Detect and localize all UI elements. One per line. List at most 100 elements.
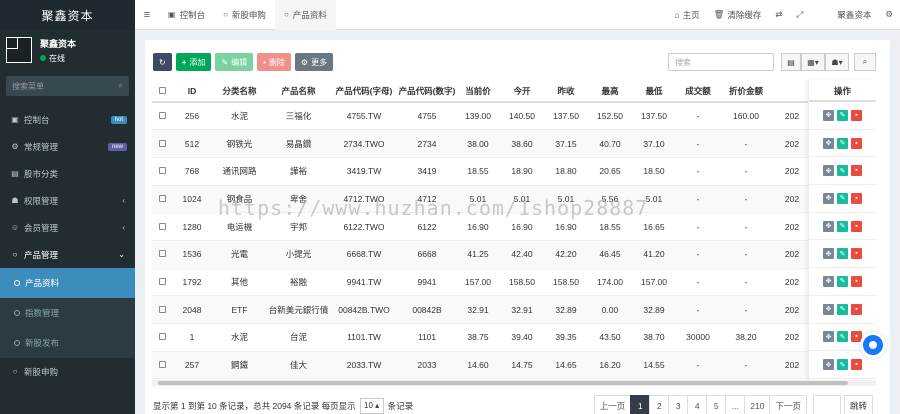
settings-gear-icon[interactable]: ⚙ (878, 9, 900, 20)
row-checkbox-cell[interactable] (152, 351, 172, 380)
chat-bubble-icon[interactable] (860, 332, 886, 358)
page-button[interactable]: 3 (668, 395, 689, 414)
select-all-checkbox[interactable] (152, 80, 172, 103)
checkbox[interactable] (158, 277, 166, 285)
edit-pencil-icon[interactable]: ✎ (837, 137, 848, 149)
row-checkbox-cell[interactable] (152, 157, 172, 186)
drag-move-icon[interactable]: ✥ (823, 248, 834, 260)
column-header[interactable]: 昨收 (544, 80, 588, 103)
delete-trash-icon[interactable]: ▪ (851, 303, 862, 315)
prev-page-button[interactable]: 上一页 (593, 395, 632, 414)
delete-trash-icon[interactable]: ▪ (851, 192, 862, 204)
table-row[interactable]: 1 水泥 台泥 1101.TW 1101 38.75 39.40 39.35 43.50 38.7… (152, 323, 876, 352)
sidebar-subitem-1[interactable]: 指数管理 (0, 298, 135, 328)
export-dropdown-button[interactable]: ☗▾ (825, 53, 849, 71)
clear-cache-button[interactable]: 🗑 清除缓存 (707, 9, 769, 21)
add-button[interactable]: + 添加 (175, 53, 212, 71)
row-checkbox-cell[interactable] (152, 295, 172, 324)
table-row[interactable]: 2048 ETF 台新美元銀行債 00842B.TWO 00842B 32.91 32.91… (152, 295, 876, 324)
edit-pencil-icon[interactable]: ✎ (837, 192, 848, 204)
hamburger-icon[interactable]: ≡ (135, 9, 159, 21)
checkbox[interactable] (158, 112, 166, 120)
checkbox[interactable] (158, 167, 166, 175)
page-jump-input[interactable] (812, 395, 841, 414)
user-menu[interactable]: 聚鑫资本 (830, 9, 878, 21)
top-tab-0[interactable]: ▣ 控制台 (159, 0, 214, 30)
column-header[interactable]: 产品代码(数字) (398, 80, 456, 103)
column-header[interactable]: 最高 (588, 80, 632, 103)
row-checkbox-cell[interactable] (152, 102, 172, 131)
checkbox[interactable] (158, 333, 166, 341)
column-header[interactable]: 分类名称 (212, 80, 267, 103)
page-button[interactable]: 1 (630, 395, 651, 414)
edit-pencil-icon[interactable]: ✎ (837, 220, 848, 232)
edit-button[interactable]: ✎ 编辑 (215, 53, 254, 71)
toggle-view-button[interactable]: ▤ (781, 53, 801, 71)
checkbox[interactable] (158, 139, 166, 147)
delete-trash-icon[interactable]: ▪ (851, 165, 862, 177)
table-row[interactable]: 256 水泥 三福化 4755.TW 4755 139.00 140.50 137.50 152… (152, 102, 876, 131)
column-header[interactable] (772, 80, 812, 103)
checkbox[interactable] (158, 305, 166, 313)
edit-pencil-icon[interactable]: ✎ (837, 303, 848, 315)
sidebar-item-2[interactable]: ▤ 股市分类 (0, 160, 135, 187)
table-search-input[interactable]: 搜索 (668, 53, 774, 71)
drag-move-icon[interactable]: ✥ (823, 192, 834, 204)
sidebar-item-0[interactable]: ▣ 控制台 hot (0, 106, 135, 133)
drag-move-icon[interactable]: ✥ (823, 275, 834, 287)
column-header[interactable]: 折价金额 (720, 80, 772, 103)
delete-button[interactable]: ▪ 删除 (257, 53, 291, 71)
checkbox[interactable] (158, 222, 166, 230)
column-header[interactable]: 当前价 (456, 80, 500, 103)
sidebar-subitem-2[interactable]: 新股发布 (0, 328, 135, 358)
page-button[interactable]: 4 (687, 395, 708, 414)
drag-move-icon[interactable]: ✥ (823, 331, 834, 343)
edit-pencil-icon[interactable]: ✎ (837, 248, 848, 260)
edit-pencil-icon[interactable]: ✎ (837, 165, 848, 177)
checkbox[interactable] (158, 361, 166, 369)
table-row[interactable]: 1792 其他 裕融 9941.TW 9941 157.00 158.50 158.50 174… (152, 268, 876, 297)
row-checkbox-cell[interactable] (152, 323, 172, 352)
sidebar-item-1[interactable]: ⚙ 常规管理 new (0, 133, 135, 160)
delete-trash-icon[interactable]: ▪ (851, 275, 862, 287)
drag-move-icon[interactable]: ✥ (823, 165, 834, 177)
row-checkbox-cell[interactable] (152, 129, 172, 158)
sidebar-bottom-item-0[interactable]: ○ 新股申购 (0, 358, 135, 385)
column-header[interactable]: ID (172, 80, 212, 103)
checkbox[interactable] (158, 86, 166, 94)
delete-trash-icon[interactable]: ▪ (851, 220, 862, 232)
refresh-button[interactable]: ↻ (153, 53, 172, 71)
horizontal-scrollbar[interactable] (152, 380, 876, 386)
language-icon[interactable]: ⇄ (768, 9, 789, 20)
drag-move-icon[interactable]: ✥ (823, 220, 834, 232)
top-tab-2[interactable]: ○ 产品资料 (274, 0, 336, 30)
page-button[interactable]: ... (725, 395, 746, 414)
brand-logo[interactable]: 聚鑫资本 (0, 0, 135, 30)
row-checkbox-cell[interactable] (152, 268, 172, 297)
page-size-select[interactable]: 10 ▴ (359, 397, 384, 414)
row-checkbox-cell[interactable] (152, 212, 172, 241)
delete-trash-icon[interactable]: ▪ (851, 248, 862, 260)
page-button[interactable]: 210 (744, 395, 771, 414)
search-icon[interactable]: ⌕ (119, 81, 123, 91)
table-row[interactable]: 768 通讯网路 譁裕 3419.TW 3419 18.55 18.90 18.80 20.65… (152, 157, 876, 186)
fullscreen-icon[interactable]: ⤢ (790, 9, 811, 20)
sidebar-item-5[interactable]: ○ 产品管理 ⌄ (0, 241, 135, 268)
edit-pencil-icon[interactable]: ✎ (837, 109, 848, 121)
page-button[interactable]: 2 (649, 395, 670, 414)
edit-pencil-icon[interactable]: ✎ (837, 275, 848, 287)
delete-trash-icon[interactable]: ▪ (851, 137, 862, 149)
drag-move-icon[interactable]: ✥ (823, 137, 834, 149)
column-header[interactable]: 今开 (500, 80, 544, 103)
sidebar-item-3[interactable]: ☗ 权限管理 ‹ (0, 187, 135, 214)
column-header[interactable]: 最低 (632, 80, 676, 103)
delete-trash-icon[interactable]: ▪ (851, 109, 862, 121)
drag-move-icon[interactable]: ✥ (823, 303, 834, 315)
drag-move-icon[interactable]: ✥ (823, 109, 834, 121)
top-tab-1[interactable]: ○ 新股申购 (214, 0, 275, 30)
edit-pencil-icon[interactable]: ✎ (837, 359, 848, 371)
column-header[interactable]: 产品名称 (267, 80, 330, 103)
delete-trash-icon[interactable]: ▪ (851, 359, 862, 371)
sidebar-item-4[interactable]: ☺ 会员管理 ‹ (0, 214, 135, 241)
checkbox[interactable] (158, 194, 166, 202)
